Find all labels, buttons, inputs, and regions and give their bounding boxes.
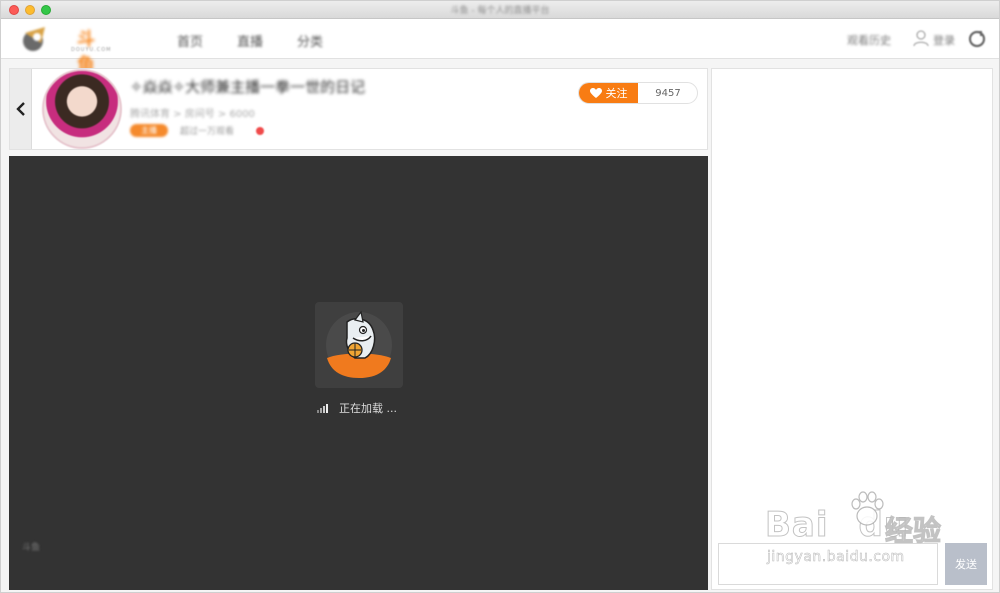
nav-item-category[interactable]: 分类 [297,31,323,50]
follower-count: 9457 [655,87,681,99]
anchor-avatar[interactable] [42,69,122,149]
loading-text: 正在加载 ... [339,402,397,415]
anchor-info-card: ✧焱焱✧大师兼主播一拳一世的日记 腾讯体育 > 房间号 > 6000 主播 超过… [9,68,708,150]
chevron-left-icon [15,102,25,116]
baidu-jingyan-watermark: Bai du 经验 jingyan.baidu.com [765,487,995,577]
nav-item-live[interactable]: 直播 [237,31,263,50]
follow-label: 关注 [605,87,628,100]
video-player[interactable]: 正在加载 ... 斗鱼 [9,156,708,590]
room-title: ✧焱焱✧大师兼主播一拳一世的日记 [130,78,366,96]
baidu-paw-icon [851,491,884,526]
player-corner-label: 斗鱼 [22,543,41,553]
user-icon[interactable] [913,30,929,47]
top-navigation: 斗鱼 DOUYU.COM 首页 直播 分类 观看历史 登录 [1,19,999,76]
loading-badge [315,302,403,388]
watch-history-link[interactable]: 观看历史 [847,32,891,48]
signal-bars-icon [317,403,328,413]
douyu-logo-icon [23,27,45,51]
window-title: 斗鱼 - 每个人的直播平台 [450,6,550,16]
follow-control: 关注 9457 [578,82,698,104]
nav-item-home[interactable]: 首页 [177,31,203,50]
logo-subtext: DOUYU.COM [71,47,112,53]
watermark-url: jingyan.baidu.com [767,549,905,566]
close-window-button[interactable] [9,5,19,15]
heart-icon [589,87,602,98]
minimize-window-button[interactable] [25,5,35,15]
shark-mascot-icon [326,310,392,378]
title-bar: 斗鱼 - 每个人的直播平台 [1,1,999,19]
live-dot-icon [256,127,264,135]
back-button[interactable] [10,69,32,149]
login-link[interactable]: 登录 [933,32,955,48]
douyu-logo[interactable]: 斗鱼 DOUYU.COM [19,23,112,76]
follow-button[interactable]: 关注 [579,83,638,103]
app-window: 斗鱼 - 每个人的直播平台 斗鱼 DOUYU.COM 首页 直播 分类 观看历史… [0,0,1000,593]
room-meta: 腾讯体育 > 房间号 > 6000 [130,109,255,120]
refresh-icon[interactable] [968,30,986,48]
room-level-badge: 主播 [130,124,168,137]
loading-indicator: 正在加载 ... [317,401,397,415]
room-subtext: 超过一万观看 [180,127,235,137]
watermark-cn: 经验 [884,514,942,548]
maximize-window-button[interactable] [41,5,51,15]
